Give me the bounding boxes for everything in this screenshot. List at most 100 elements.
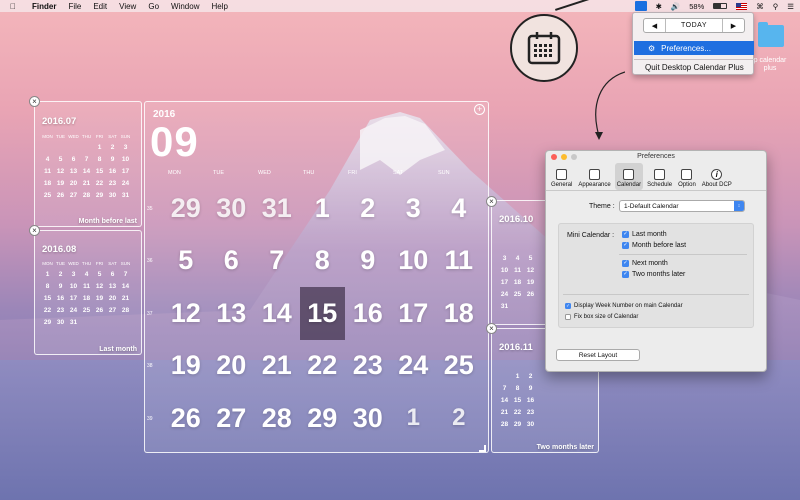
reset-layout-button[interactable]: Reset Layout xyxy=(556,349,640,361)
day-cell[interactable]: 6 xyxy=(106,271,119,278)
day-cell[interactable]: 28 xyxy=(80,192,93,199)
notification-list-icon[interactable]: ☰ xyxy=(787,2,794,11)
add-icon[interactable]: + xyxy=(474,104,485,115)
day-cell[interactable]: 2 xyxy=(524,373,537,380)
day-cell[interactable]: 17 xyxy=(67,295,80,302)
bluetooth-icon[interactable]: ✱ xyxy=(656,2,662,11)
day-cell[interactable]: 19 xyxy=(93,295,106,302)
day-cell[interactable]: 12 xyxy=(524,267,537,274)
day-cell[interactable]: 13 xyxy=(106,283,119,290)
day-cell[interactable]: 30 xyxy=(524,421,537,428)
day-cell[interactable]: 4 xyxy=(511,255,524,262)
menu-go[interactable]: Go xyxy=(148,2,159,11)
day-cell[interactable]: 18 xyxy=(436,287,482,340)
close-icon[interactable]: × xyxy=(486,196,497,207)
day-cell[interactable]: 22 xyxy=(300,340,346,393)
resize-handle[interactable] xyxy=(479,445,486,452)
close-window-button[interactable] xyxy=(551,154,557,160)
prev-month-button[interactable]: ◀ xyxy=(644,19,666,32)
last-month-calendar[interactable]: 2016.08 MON TUE WED THU FRI SAT SUN 1 2 3 4 5 6 7 8 9 10… xyxy=(34,230,142,355)
tab-schedule[interactable]: Schedule xyxy=(645,163,674,190)
day-cell[interactable]: 29 xyxy=(163,182,209,235)
day-cell[interactable]: 7 xyxy=(119,271,132,278)
month-before-last-checkbox[interactable]: ✓ Month before last xyxy=(622,242,686,249)
tab-general[interactable]: General xyxy=(549,163,574,190)
day-cell[interactable]: 30 xyxy=(54,319,67,326)
day-cell[interactable]: 2 xyxy=(54,271,67,278)
day-cell[interactable]: 22 xyxy=(41,307,54,314)
day-cell[interactable]: 4 xyxy=(80,271,93,278)
close-icon[interactable]: × xyxy=(486,323,497,334)
day-cell[interactable]: 21 xyxy=(254,340,300,393)
day-cell[interactable]: 31 xyxy=(119,192,132,199)
day-cell[interactable]: 1 xyxy=(93,144,106,151)
day-cell[interactable]: 8 xyxy=(300,235,346,288)
theme-select[interactable]: 1-Default Calendar ↕ xyxy=(619,200,745,212)
day-cell[interactable]: 23 xyxy=(524,409,537,416)
day-cell[interactable]: 20 xyxy=(67,180,80,187)
day-cell[interactable]: 13 xyxy=(67,168,80,175)
day-cell[interactable]: 24 xyxy=(498,291,511,298)
day-cell[interactable]: 19 xyxy=(524,279,537,286)
day-cell[interactable]: 30 xyxy=(209,182,255,235)
day-cell[interactable]: 9 xyxy=(524,385,537,392)
day-cell[interactable]: 26 xyxy=(54,192,67,199)
day-cell[interactable]: 26 xyxy=(93,307,106,314)
day-cell[interactable]: 23 xyxy=(106,180,119,187)
day-cell[interactable]: 12 xyxy=(93,283,106,290)
day-cell[interactable]: 16 xyxy=(106,168,119,175)
day-cell[interactable]: 3 xyxy=(498,255,511,262)
day-cell[interactable]: 22 xyxy=(93,180,106,187)
quit-menu-item[interactable]: Quit Desktop Calendar Plus xyxy=(645,63,744,72)
day-cell[interactable]: 5 xyxy=(524,255,537,262)
preferences-menu-item[interactable]: ⚙ Preferences... xyxy=(634,41,754,55)
day-cell[interactable]: 25 xyxy=(80,307,93,314)
day-cell[interactable]: 29 xyxy=(511,421,524,428)
day-cell[interactable] xyxy=(80,144,93,151)
day-cell[interactable]: 23 xyxy=(54,307,67,314)
day-cell[interactable]: 16 xyxy=(54,295,67,302)
day-cell[interactable]: 10 xyxy=(67,283,80,290)
day-cell[interactable]: 14 xyxy=(80,168,93,175)
day-cell[interactable]: 8 xyxy=(93,156,106,163)
week-number-checkbox[interactable]: ✓ Display Week Number on main Calendar xyxy=(565,303,683,309)
day-cell[interactable]: 11 xyxy=(41,168,54,175)
day-cell[interactable]: 18 xyxy=(80,295,93,302)
day-cell[interactable]: 3 xyxy=(67,271,80,278)
close-icon[interactable]: × xyxy=(29,96,40,107)
spotlight-search-icon[interactable]: ⚲ xyxy=(773,2,779,11)
day-cell[interactable]: 10 xyxy=(119,156,132,163)
day-cell[interactable]: 14 xyxy=(254,287,300,340)
day-cell[interactable]: 5 xyxy=(163,235,209,288)
day-cell[interactable]: 24 xyxy=(67,307,80,314)
month-before-last-calendar[interactable]: 2016.07 MON TUE WED THU FRI SAT SUN 1 2 3 4 5 6 7 8 9 10… xyxy=(34,101,142,227)
two-months-later-checkbox[interactable]: ✓ Two months later xyxy=(622,271,685,278)
day-cell[interactable]: 13 xyxy=(209,287,255,340)
day-cell[interactable]: 27 xyxy=(67,192,80,199)
day-cell[interactable]: 18 xyxy=(511,279,524,286)
day-cell[interactable]: 12 xyxy=(163,287,209,340)
day-cell[interactable]: 22 xyxy=(511,409,524,416)
close-icon[interactable]: × xyxy=(29,225,40,236)
day-cell[interactable]: 2 xyxy=(436,392,482,445)
desktop-folder-icon[interactable] xyxy=(758,22,784,47)
today-button[interactable]: TODAY xyxy=(666,19,722,32)
day-cell[interactable]: 5 xyxy=(54,156,67,163)
day-cell[interactable]: 1 xyxy=(41,271,54,278)
day-cell[interactable]: 26 xyxy=(163,392,209,445)
day-cell[interactable]: 16 xyxy=(345,287,391,340)
day-cell[interactable]: 1 xyxy=(391,392,437,445)
next-month-checkbox[interactable]: ✓ Next month xyxy=(622,260,668,267)
input-source-flag-icon[interactable] xyxy=(736,2,748,10)
last-month-checkbox[interactable]: ✓ Last month xyxy=(622,231,667,238)
day-cell[interactable]: 24 xyxy=(391,340,437,393)
day-cell[interactable]: 17 xyxy=(119,168,132,175)
day-cell[interactable]: 3 xyxy=(119,144,132,151)
menu-app-name[interactable]: Finder xyxy=(32,2,56,11)
today-cell[interactable]: 15 xyxy=(299,287,345,340)
day-cell[interactable]: 16 xyxy=(524,397,537,404)
next-month-button[interactable]: ▶ xyxy=(722,19,744,32)
day-cell[interactable]: 15 xyxy=(93,168,106,175)
zoom-window-button[interactable] xyxy=(571,154,577,160)
day-cell[interactable]: 27 xyxy=(106,307,119,314)
